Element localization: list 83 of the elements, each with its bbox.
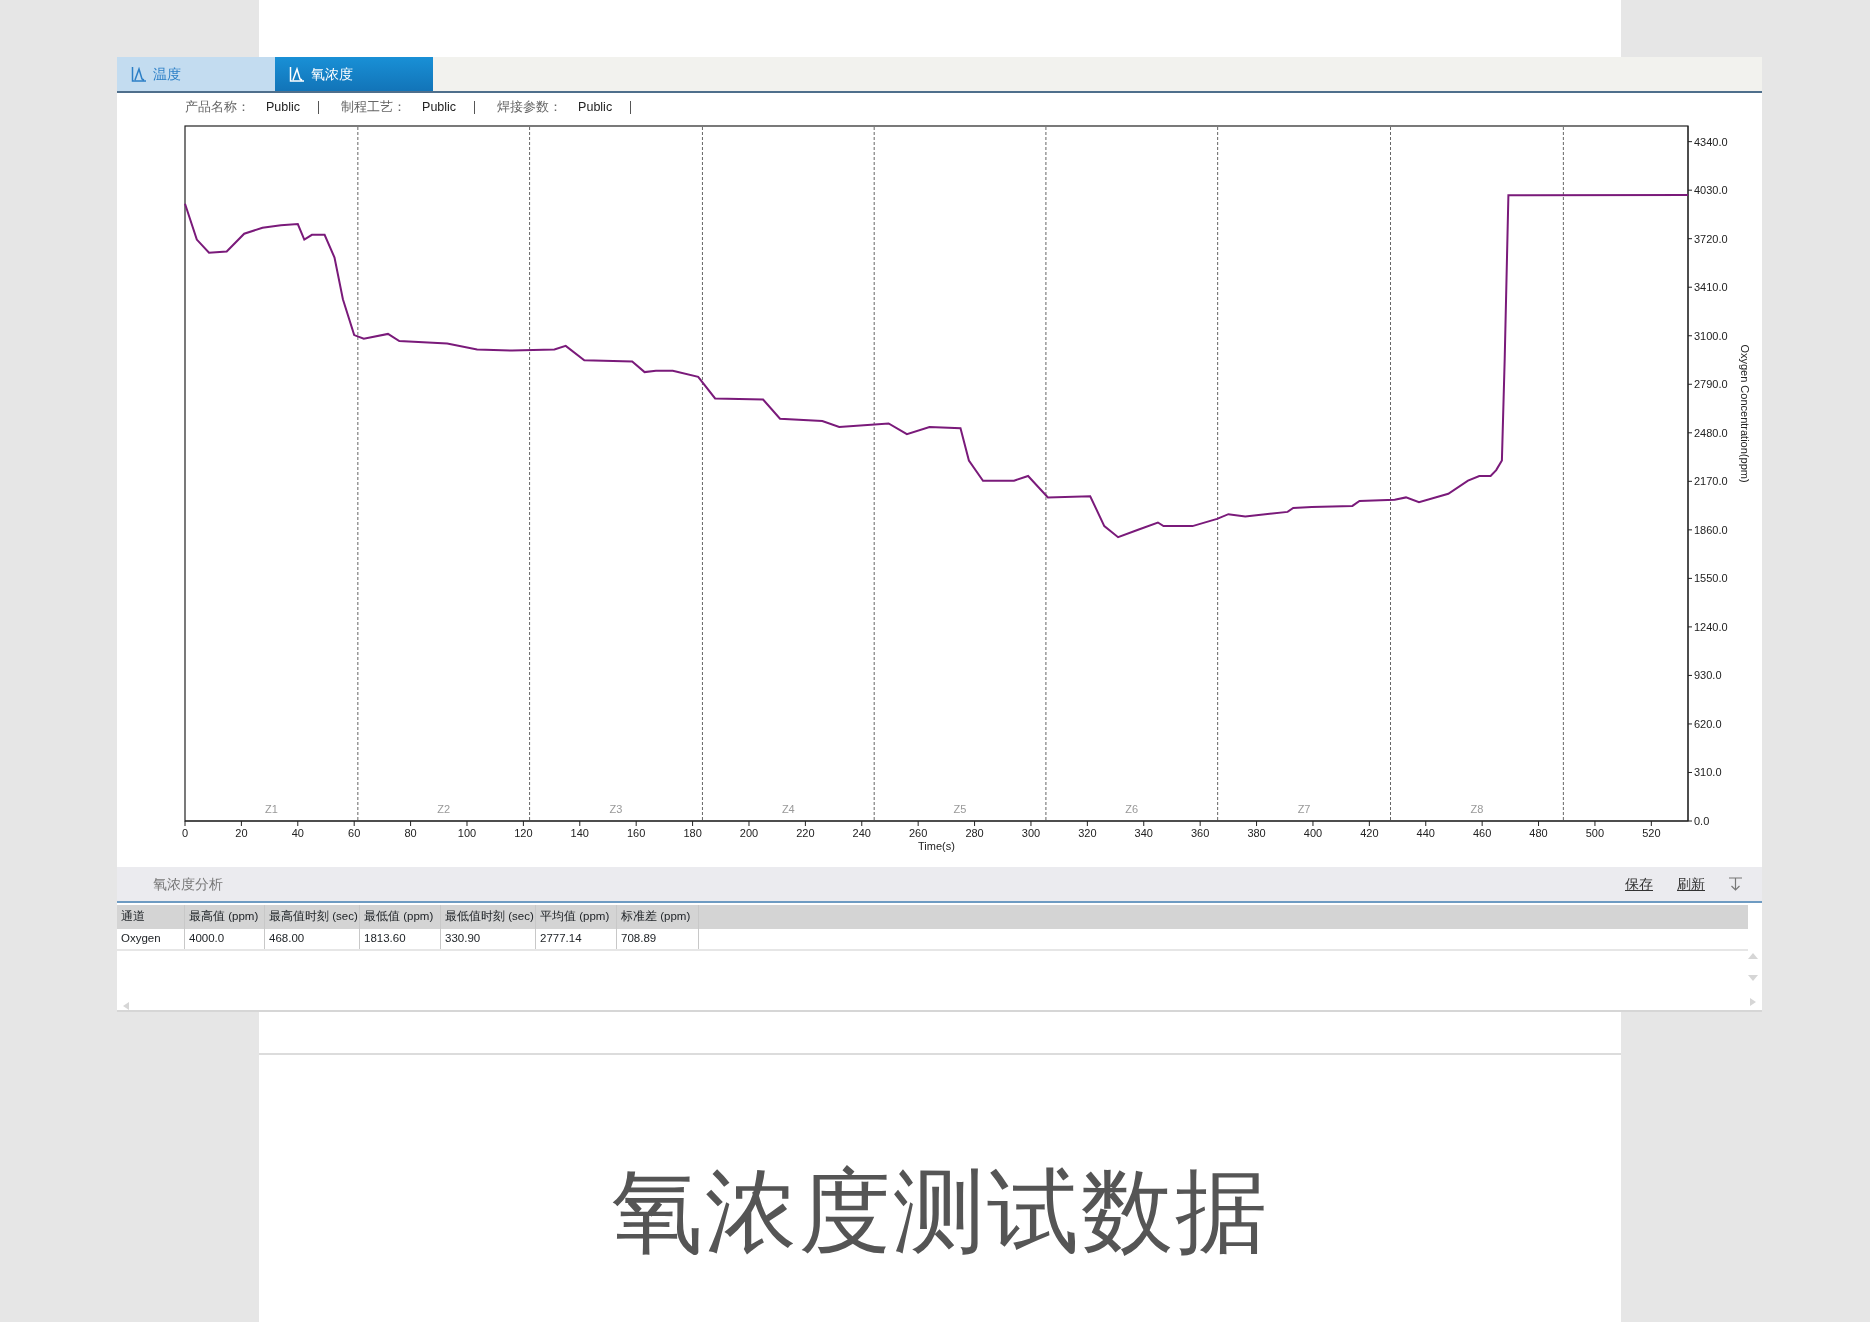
zone-label: Z6 (1125, 803, 1139, 815)
axis-tick-label: 310.0 (1694, 766, 1722, 779)
axis-tick-label: 620.0 (1694, 717, 1722, 730)
chart-tab[interactable]: 氧浓度 (275, 57, 433, 91)
scroll-up-icon (1748, 951, 1758, 959)
chart-icon (131, 66, 147, 82)
axis-title: Oxygen Concentration(ppm) (1739, 344, 1751, 483)
axis-tick-label: 120 (514, 827, 533, 839)
axis-tick-label: 930.0 (1694, 669, 1722, 682)
axis-tick-label: 380 (1247, 827, 1266, 839)
axis-tick-label: 220 (796, 827, 815, 839)
axis-tick-label: 500 (1585, 827, 1605, 839)
column-header: 标准差 (ppm) (617, 905, 699, 929)
page-title: 氧浓度测试数据 (610, 1157, 1270, 1267)
axis-tick-label: 2790.0 (1694, 378, 1728, 391)
field-value: Public (422, 100, 457, 114)
axis-tick-label: 80 (404, 827, 417, 839)
axis-tick-label: 140 (570, 827, 589, 839)
axis-tick-label: 3410.0 (1694, 281, 1728, 294)
zone-label: Z3 (609, 803, 623, 815)
axis-tick-label: 0.0 (1694, 815, 1710, 827)
axis-tick-label: 60 (348, 827, 361, 839)
axis-tick-label: 100 (457, 827, 477, 839)
axis-tick-label: 240 (852, 827, 871, 839)
axis-tick-label: 300 (1021, 827, 1041, 839)
column-header: 最低值 (ppm) (360, 905, 441, 929)
axis-tick-label: 20 (235, 827, 248, 839)
column-header: 最高值时刻 (sec) (265, 905, 360, 929)
axis-tick-label: 1860.0 (1694, 523, 1728, 536)
zone-label: Z4 (781, 803, 795, 815)
scroll-down-icon (1748, 974, 1758, 983)
axis-tick-label: 4340.0 (1694, 135, 1728, 148)
axis-tick-label: 460 (1472, 827, 1492, 839)
field-label: 制程工艺： (341, 100, 407, 114)
axis-tick-label: 1240.0 (1694, 620, 1728, 633)
chart-icon (289, 66, 305, 82)
axis-tick-label: 0 (181, 827, 189, 839)
column-header: 通道 (117, 905, 185, 929)
table-cell: 2777.14 (536, 929, 617, 949)
axis-title: Time(s) (918, 840, 955, 852)
column-header: 最高值 (ppm) (185, 905, 265, 929)
action-link[interactable]: 保存 (1625, 873, 1653, 895)
axis-tick-label: 420 (1360, 827, 1379, 839)
axis-tick-label: 260 (909, 827, 928, 839)
axis-tick-label: 480 (1529, 827, 1548, 839)
axis-tick-label: 160 (627, 827, 646, 839)
action-link[interactable]: 刷新 (1677, 873, 1705, 895)
axis-tick-label: 3100.0 (1694, 329, 1728, 342)
zone-label: Z5 (953, 803, 967, 815)
axis-tick-label: 3720.0 (1694, 232, 1728, 245)
table-cell: Oxygen (117, 929, 185, 949)
table-cell: 708.89 (617, 929, 699, 949)
axis-tick-label: 40 (291, 827, 304, 839)
field-label: 焊接参数： (497, 100, 563, 114)
table-cell: 4000.0 (185, 929, 265, 949)
column-header: 最低值时刻 (sec) (441, 905, 536, 929)
column-header: 平均值 (ppm) (536, 905, 617, 929)
axis-tick-label: 360 (1191, 827, 1210, 839)
zone-label: Z1 (265, 803, 278, 815)
axis-tick-label: 2170.0 (1694, 475, 1728, 488)
table-cell: 468.00 (265, 929, 360, 949)
axis-tick-label: 180 (683, 827, 702, 839)
zone-label: Z8 (1470, 803, 1484, 815)
zone-label: Z2 (437, 803, 451, 815)
pin-icon[interactable] (1729, 877, 1742, 891)
table-cell: 330.90 (441, 929, 536, 949)
axis-tick-label: 520 (1642, 827, 1661, 839)
zone-label: Z7 (1297, 803, 1311, 815)
axis-tick-label: 320 (1078, 827, 1097, 839)
axis-tick-label: 4030.0 (1694, 184, 1728, 197)
field-label: 产品名称： (185, 100, 250, 114)
axis-tick-label: 2480.0 (1694, 426, 1728, 439)
axis-tick-label: 440 (1416, 827, 1435, 839)
scroll-right-icon (1748, 998, 1758, 1006)
axis-tick-label: 400 (1303, 827, 1323, 839)
field-value: Public (578, 100, 613, 114)
axis-tick-label: 340 (1134, 827, 1153, 839)
table-cell: 1813.60 (360, 929, 441, 949)
panel-title: 氧浓度分析 (153, 874, 223, 894)
axis-tick-label: 280 (965, 827, 984, 839)
field-value: Public (266, 100, 301, 114)
axis-tick-label: 1550.0 (1694, 572, 1728, 585)
axis-tick-label: 200 (739, 827, 759, 839)
